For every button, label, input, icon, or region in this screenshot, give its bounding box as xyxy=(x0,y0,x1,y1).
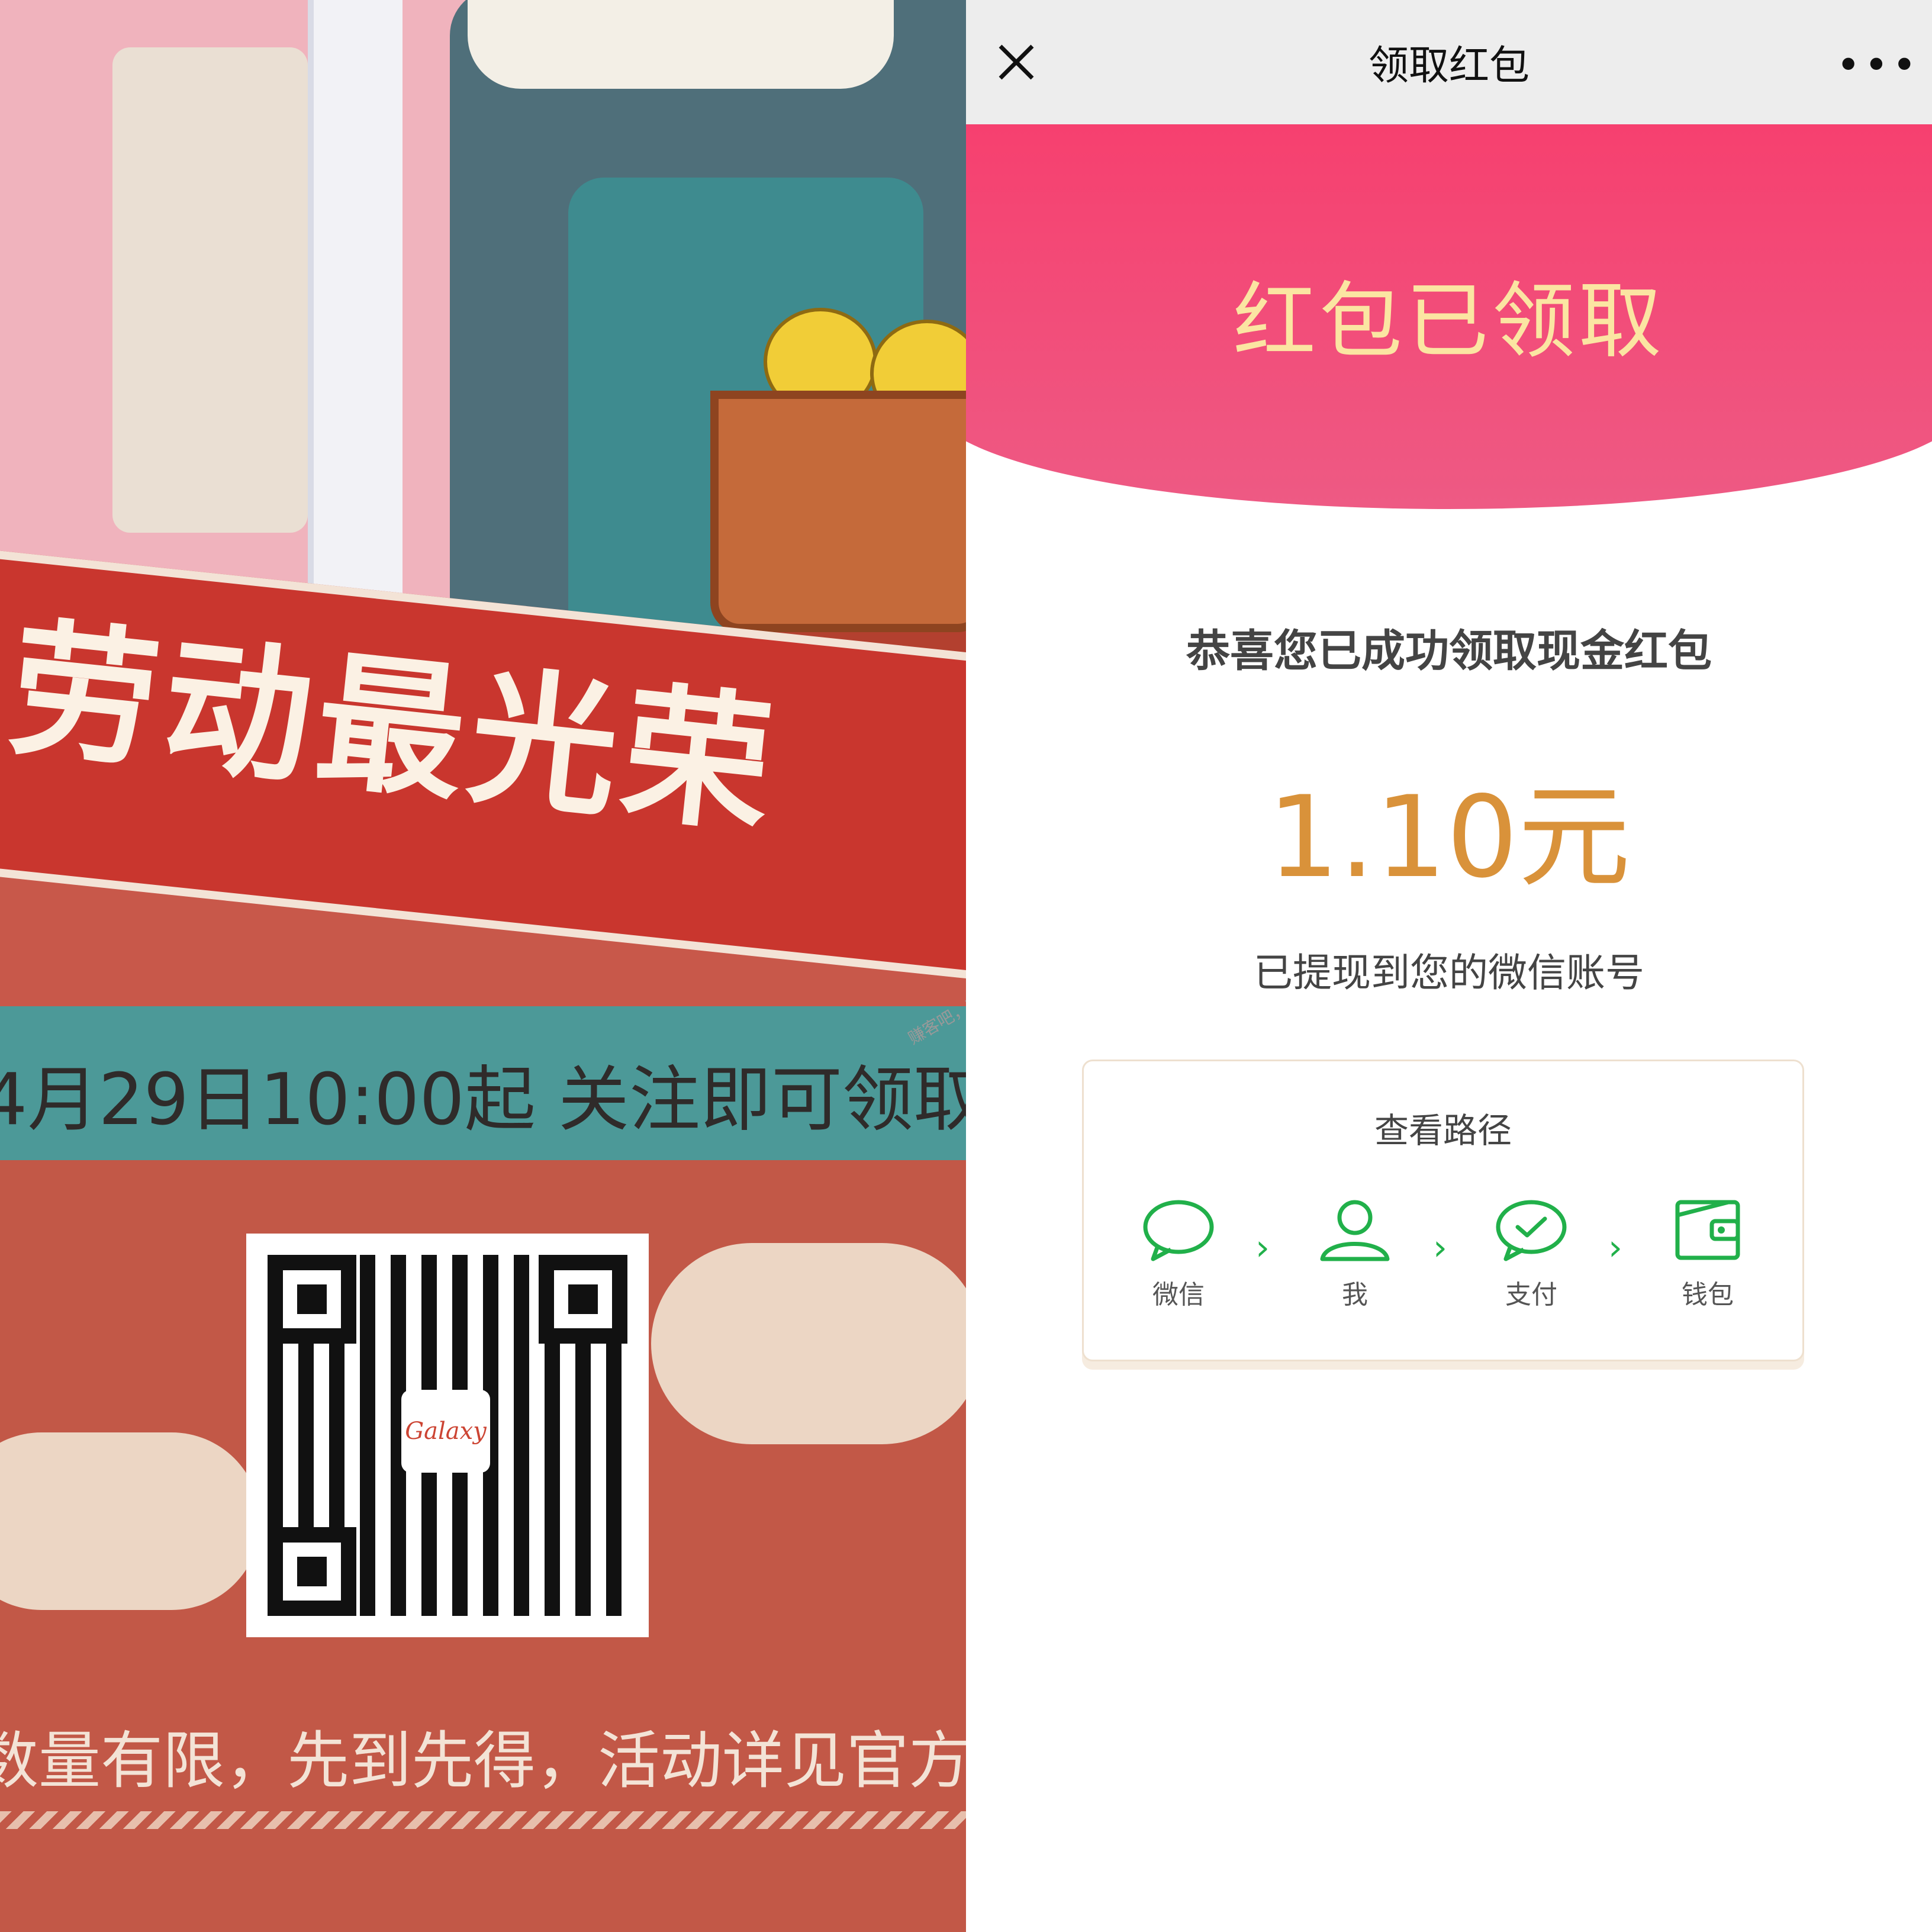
path-title: 查看路径 xyxy=(1374,1110,1512,1151)
path-step-wallet: 钱包 xyxy=(1648,1197,1767,1311)
illustration-pole xyxy=(308,0,402,622)
path-step-me: 我 xyxy=(1296,1197,1414,1311)
illustration-shirt xyxy=(112,47,308,533)
illustration-towel xyxy=(468,0,894,89)
poster-date-text: 4月29日10:00起 关注即可领取 xyxy=(0,1059,966,1141)
path-step-pay: 支付 xyxy=(1472,1197,1590,1311)
path-card: 查看路径 微信 › 我 › 支付 › 钱包 xyxy=(1082,1060,1804,1361)
poster-zigzag-border xyxy=(0,1811,966,1829)
qr-code[interactable]: Galaxy xyxy=(246,1234,649,1637)
path-step-wechat: 微信 xyxy=(1119,1197,1238,1311)
person-icon xyxy=(1320,1200,1390,1261)
chevron-right-icon: › xyxy=(1608,1227,1622,1268)
pay-check-icon xyxy=(1496,1200,1567,1261)
poster-notice: 数量有限，先到先得，活动详见官方微 xyxy=(0,1725,966,1797)
promo-poster: 劳动最光荣 4月29日10:00起 关注即可领取 Galaxy 数量有限，先到先… xyxy=(0,0,966,1932)
hero-title: 红包已领取 xyxy=(1232,273,1665,370)
qr-finder xyxy=(539,1255,627,1344)
redpacket-page: 领取红包 ••• 红包已领取 恭喜您已成功领取现金红包 1.10元 已提现到您的… xyxy=(966,0,1932,1932)
chevron-right-icon: › xyxy=(1433,1227,1447,1268)
path-step-label: 微信 xyxy=(1152,1280,1205,1310)
more-icon: ••• xyxy=(1836,41,1920,89)
amount-value: 1.10元 xyxy=(1267,772,1631,903)
page-title: 领取红包 xyxy=(1368,43,1530,89)
cloud-decoration xyxy=(0,1432,260,1610)
more-button[interactable]: ••• xyxy=(1836,41,1917,89)
top-bar: 领取红包 ••• xyxy=(966,0,1932,124)
wallet-icon xyxy=(1675,1200,1740,1260)
qr-logo: Galaxy xyxy=(401,1390,490,1473)
illustration-basket xyxy=(710,391,966,632)
path-step-label: 我 xyxy=(1342,1280,1368,1310)
qr-finder xyxy=(268,1527,356,1616)
chevron-right-icon: › xyxy=(1255,1227,1270,1268)
chat-bubble-icon xyxy=(1143,1200,1214,1261)
path-step-label: 支付 xyxy=(1505,1280,1557,1310)
qr-finder xyxy=(268,1255,356,1344)
withdrawn-text: 已提现到您的微信账号 xyxy=(1254,950,1644,996)
path-step-label: 钱包 xyxy=(1682,1280,1734,1310)
congrats-text: 恭喜您已成功领取现金红包 xyxy=(1186,626,1712,677)
cloud-decoration xyxy=(651,1243,966,1444)
